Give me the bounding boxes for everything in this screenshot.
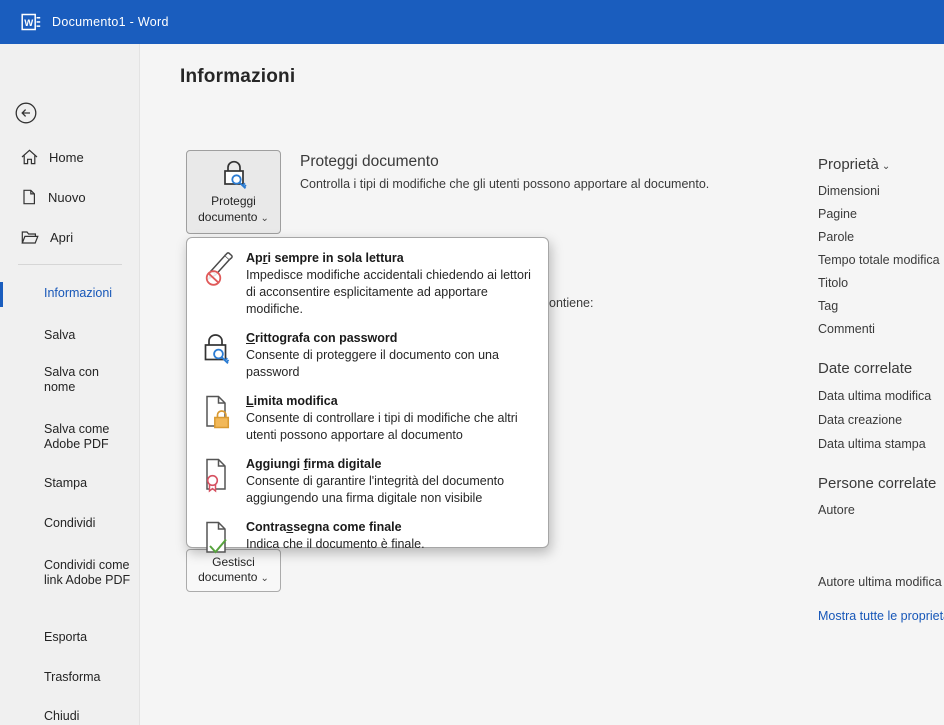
dropdown-item-limita-modifica[interactable]: Limita modifica Consente di controllare … bbox=[187, 388, 548, 451]
svg-text:W: W bbox=[24, 18, 33, 29]
sidebar-item-stampa[interactable]: Stampa bbox=[44, 476, 132, 491]
back-button[interactable] bbox=[15, 102, 37, 124]
properties-panel: Proprietà⌄ Dimensioni Pagine Parole Temp… bbox=[818, 44, 944, 725]
chevron-down-icon: ⌄ bbox=[882, 161, 890, 172]
sidebar-item-condividi-come-link-adobe-pdf[interactable]: Condividi come link Adobe PDF bbox=[44, 558, 132, 588]
selected-indicator bbox=[0, 282, 3, 307]
date-label-ultima-modifica: Data ultima modifica bbox=[818, 389, 931, 403]
date-label-ultima-stampa: Data ultima stampa bbox=[818, 437, 926, 451]
sidebar-item-nuovo[interactable]: Nuovo bbox=[0, 186, 140, 208]
property-label-pagine: Pagine bbox=[818, 207, 857, 221]
related-people-header: Persone correlate bbox=[818, 475, 936, 492]
people-label-autore: Autore bbox=[818, 503, 855, 517]
property-label-parole: Parole bbox=[818, 230, 854, 244]
people-label-autore-ultima-modifica: Autore ultima modifica bbox=[818, 575, 942, 589]
protect-section-heading: Proteggi documento bbox=[300, 153, 439, 171]
chevron-down-icon: ⌄ bbox=[260, 213, 268, 224]
property-label-commenti: Commenti bbox=[818, 322, 875, 336]
protect-button-label-line2: documento⌄ bbox=[198, 210, 269, 226]
chevron-down-icon: ⌄ bbox=[260, 573, 268, 584]
sidebar-item-home[interactable]: Home bbox=[0, 146, 140, 168]
new-document-icon bbox=[21, 189, 37, 205]
inspect-section-partial-text: ontiene: bbox=[549, 296, 593, 310]
sidebar-item-salva[interactable]: Salva bbox=[44, 328, 132, 343]
property-label-tempo-totale-modifica: Tempo totale modifica bbox=[818, 253, 940, 267]
sidebar-item-informazioni[interactable]: Informazioni bbox=[44, 286, 132, 301]
related-dates-header: Date correlate bbox=[818, 360, 912, 377]
document-lock-icon bbox=[199, 392, 235, 444]
property-label-tag: Tag bbox=[818, 299, 838, 313]
dropdown-item-title: Aggiungi firma digitale bbox=[246, 457, 381, 471]
date-label-creazione: Data creazione bbox=[818, 413, 902, 427]
read-only-pencil-icon bbox=[199, 249, 235, 318]
property-label-dimensioni: Dimensioni bbox=[818, 184, 880, 198]
sidebar-item-salva-come-adobe-pdf[interactable]: Salva come Adobe PDF bbox=[44, 422, 132, 452]
dropdown-item-title: Crittografa con password bbox=[246, 331, 397, 345]
home-icon bbox=[21, 149, 38, 165]
backstage-sidebar: Home Nuovo Apri Informazioni Salva Salva… bbox=[0, 44, 140, 725]
sidebar-item-label: Apri bbox=[50, 230, 73, 245]
sidebar-item-label: Nuovo bbox=[48, 190, 86, 205]
lock-key-icon bbox=[220, 159, 248, 191]
open-folder-icon bbox=[21, 230, 39, 245]
page-title: Informazioni bbox=[180, 66, 295, 88]
dropdown-item-description: Indica che il documento è finale. bbox=[246, 536, 536, 553]
dropdown-item-description: Consente di controllare i tipi di modifi… bbox=[246, 410, 536, 444]
dropdown-item-contrassegna-come-finale[interactable]: Contrassegna come finale Indica che il d… bbox=[187, 514, 548, 564]
document-check-icon bbox=[199, 518, 235, 557]
sidebar-item-esporta[interactable]: Esporta bbox=[44, 630, 132, 645]
sidebar-item-salva-con-nome[interactable]: Salva con nome bbox=[44, 365, 132, 395]
back-arrow-icon bbox=[15, 102, 37, 124]
dropdown-item-apri-sempre-in-sola-lettura[interactable]: Apri sempre in sola lettura Impedisce mo… bbox=[187, 245, 548, 325]
manage-button-label-line2: documento⌄ bbox=[198, 570, 269, 586]
lock-key-icon bbox=[199, 329, 235, 381]
dropdown-item-title: Contrassegna come finale bbox=[246, 520, 402, 534]
word-logo-icon: W bbox=[21, 12, 41, 32]
dropdown-item-description: Impedisce modifiche accidentali chiedend… bbox=[246, 267, 536, 318]
dropdown-item-title: Apri sempre in sola lettura bbox=[246, 251, 404, 265]
dropdown-item-description: Consente di garantire l'integrità del do… bbox=[246, 473, 536, 507]
sidebar-item-label: Home bbox=[49, 150, 84, 165]
titlebar: W Documento1 - Word bbox=[0, 0, 944, 44]
window-title: Documento1 - Word bbox=[52, 15, 169, 29]
document-ribbon-icon bbox=[199, 455, 235, 507]
protect-document-button[interactable]: Proteggi documento⌄ bbox=[186, 150, 281, 234]
protect-section-description: Controlla i tipi di modifiche che gli ut… bbox=[300, 177, 770, 191]
dropdown-item-aggiungi-firma-digitale[interactable]: Aggiungi firma digitale Consente di gara… bbox=[187, 451, 548, 514]
dropdown-item-title: Limita modifica bbox=[246, 394, 338, 408]
sidebar-divider bbox=[18, 264, 122, 265]
sidebar-item-chiudi[interactable]: Chiudi bbox=[44, 709, 132, 724]
property-label-titolo: Titolo bbox=[818, 276, 848, 290]
show-all-properties-link[interactable]: Mostra tutte le proprietà bbox=[818, 609, 944, 623]
sidebar-item-condividi[interactable]: Condividi bbox=[44, 516, 132, 531]
properties-header[interactable]: Proprietà⌄ bbox=[818, 156, 890, 173]
dropdown-item-description: Consente di proteggere il documento con … bbox=[246, 347, 536, 381]
protect-document-dropdown-menu: Apri sempre in sola lettura Impedisce mo… bbox=[186, 237, 549, 548]
protect-button-label-line1: Proteggi bbox=[211, 194, 256, 209]
dropdown-item-crittografa-con-password[interactable]: Crittografa con password Consente di pro… bbox=[187, 325, 548, 388]
sidebar-item-apri[interactable]: Apri bbox=[0, 226, 140, 248]
sidebar-item-trasforma[interactable]: Trasforma bbox=[44, 670, 132, 685]
